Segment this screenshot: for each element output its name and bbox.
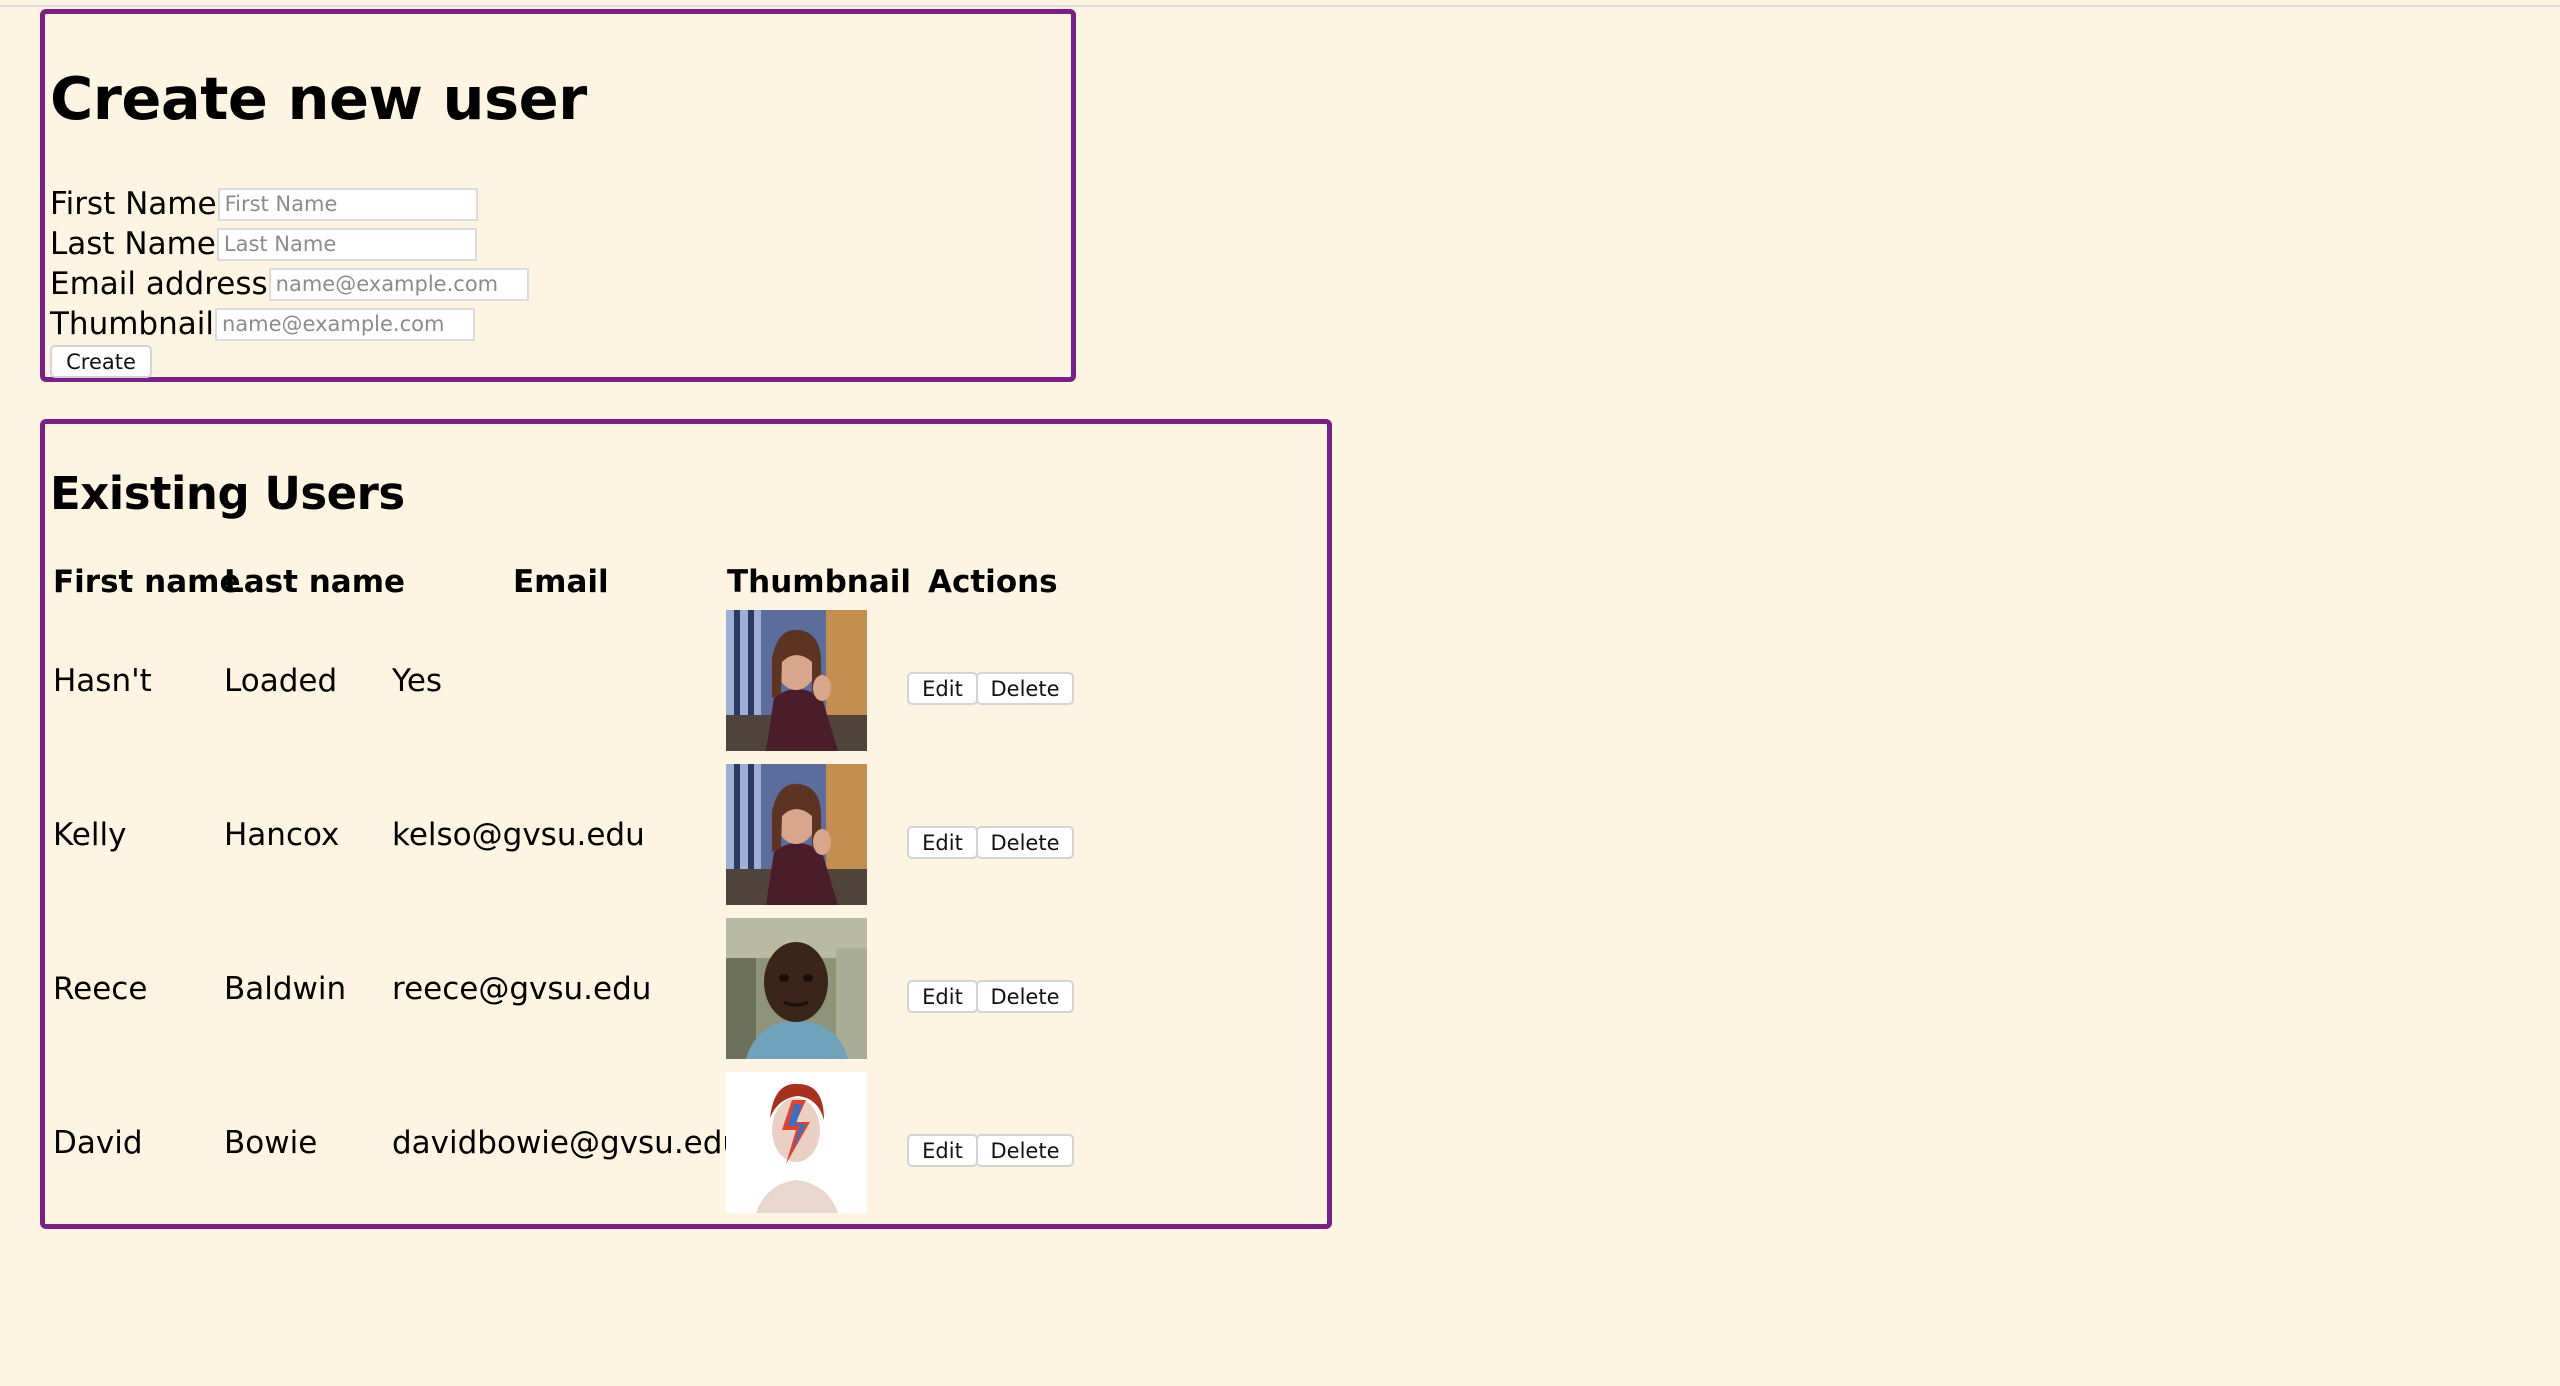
email-cell: kelso@gvsu.edu — [392, 817, 645, 853]
last-name-row: Last Name — [50, 226, 477, 262]
first-name-cell: Reece — [53, 971, 148, 1007]
first-name-row: First Name — [50, 186, 478, 222]
edit-button[interactable]: Edit — [907, 980, 978, 1013]
first-name-cell: David — [53, 1125, 143, 1161]
existing-users-title: Existing Users — [50, 467, 405, 520]
last-name-cell: Baldwin — [224, 971, 347, 1007]
first-name-cell: Kelly — [53, 817, 127, 853]
create-user-title: Create new user — [50, 64, 587, 133]
email-cell: davidbowie@gvsu.edu — [392, 1125, 743, 1161]
email-label: Email address — [50, 266, 268, 302]
woman-portrait-thumbnail — [726, 764, 867, 905]
create-user-panel: Create new user First Name Last Name Ema… — [40, 9, 1076, 382]
delete-button[interactable]: Delete — [976, 1134, 1074, 1167]
woman-portrait-thumbnail — [726, 610, 867, 751]
delete-button[interactable]: Delete — [976, 672, 1074, 705]
column-header-first-name: First name — [53, 564, 241, 600]
email-cell: reece@gvsu.edu — [392, 971, 652, 1007]
thumbnail-input[interactable] — [214, 307, 475, 341]
last-name-input[interactable] — [216, 227, 477, 261]
delete-button[interactable]: Delete — [976, 826, 1074, 859]
user-thumbnail — [726, 1072, 867, 1213]
column-header-thumbnail: Thumbnail — [727, 564, 912, 600]
email-input[interactable] — [268, 267, 529, 301]
first-name-cell: Hasn't — [53, 663, 152, 699]
thumbnail-row: Thumbnail — [50, 306, 475, 342]
email-cell: Yes — [392, 663, 443, 699]
edit-button[interactable]: Edit — [907, 1134, 978, 1167]
user-thumbnail — [726, 764, 867, 905]
create-button[interactable]: Create — [50, 345, 152, 378]
column-header-email: Email — [513, 564, 609, 600]
existing-users-panel: Existing Users First name Last name Emai… — [40, 419, 1332, 1229]
edit-button[interactable]: Edit — [907, 672, 978, 705]
column-header-actions: Actions — [928, 564, 1058, 600]
delete-button[interactable]: Delete — [976, 980, 1074, 1013]
edit-button[interactable]: Edit — [907, 826, 978, 859]
last-name-label: Last Name — [50, 226, 216, 262]
top-divider — [0, 0, 2560, 7]
first-name-label: First Name — [50, 186, 217, 222]
thumbnail-label: Thumbnail — [50, 306, 214, 342]
man-portrait-thumbnail — [726, 918, 867, 1059]
last-name-cell: Loaded — [224, 663, 338, 699]
email-row: Email address — [50, 266, 529, 302]
column-header-last-name: Last name — [224, 564, 406, 600]
lightning-face-portrait-thumbnail — [726, 1072, 867, 1213]
last-name-cell: Bowie — [224, 1125, 318, 1161]
first-name-input[interactable] — [217, 187, 478, 221]
last-name-cell: Hancox — [224, 817, 340, 853]
user-thumbnail — [726, 610, 867, 751]
user-thumbnail — [726, 918, 867, 1059]
